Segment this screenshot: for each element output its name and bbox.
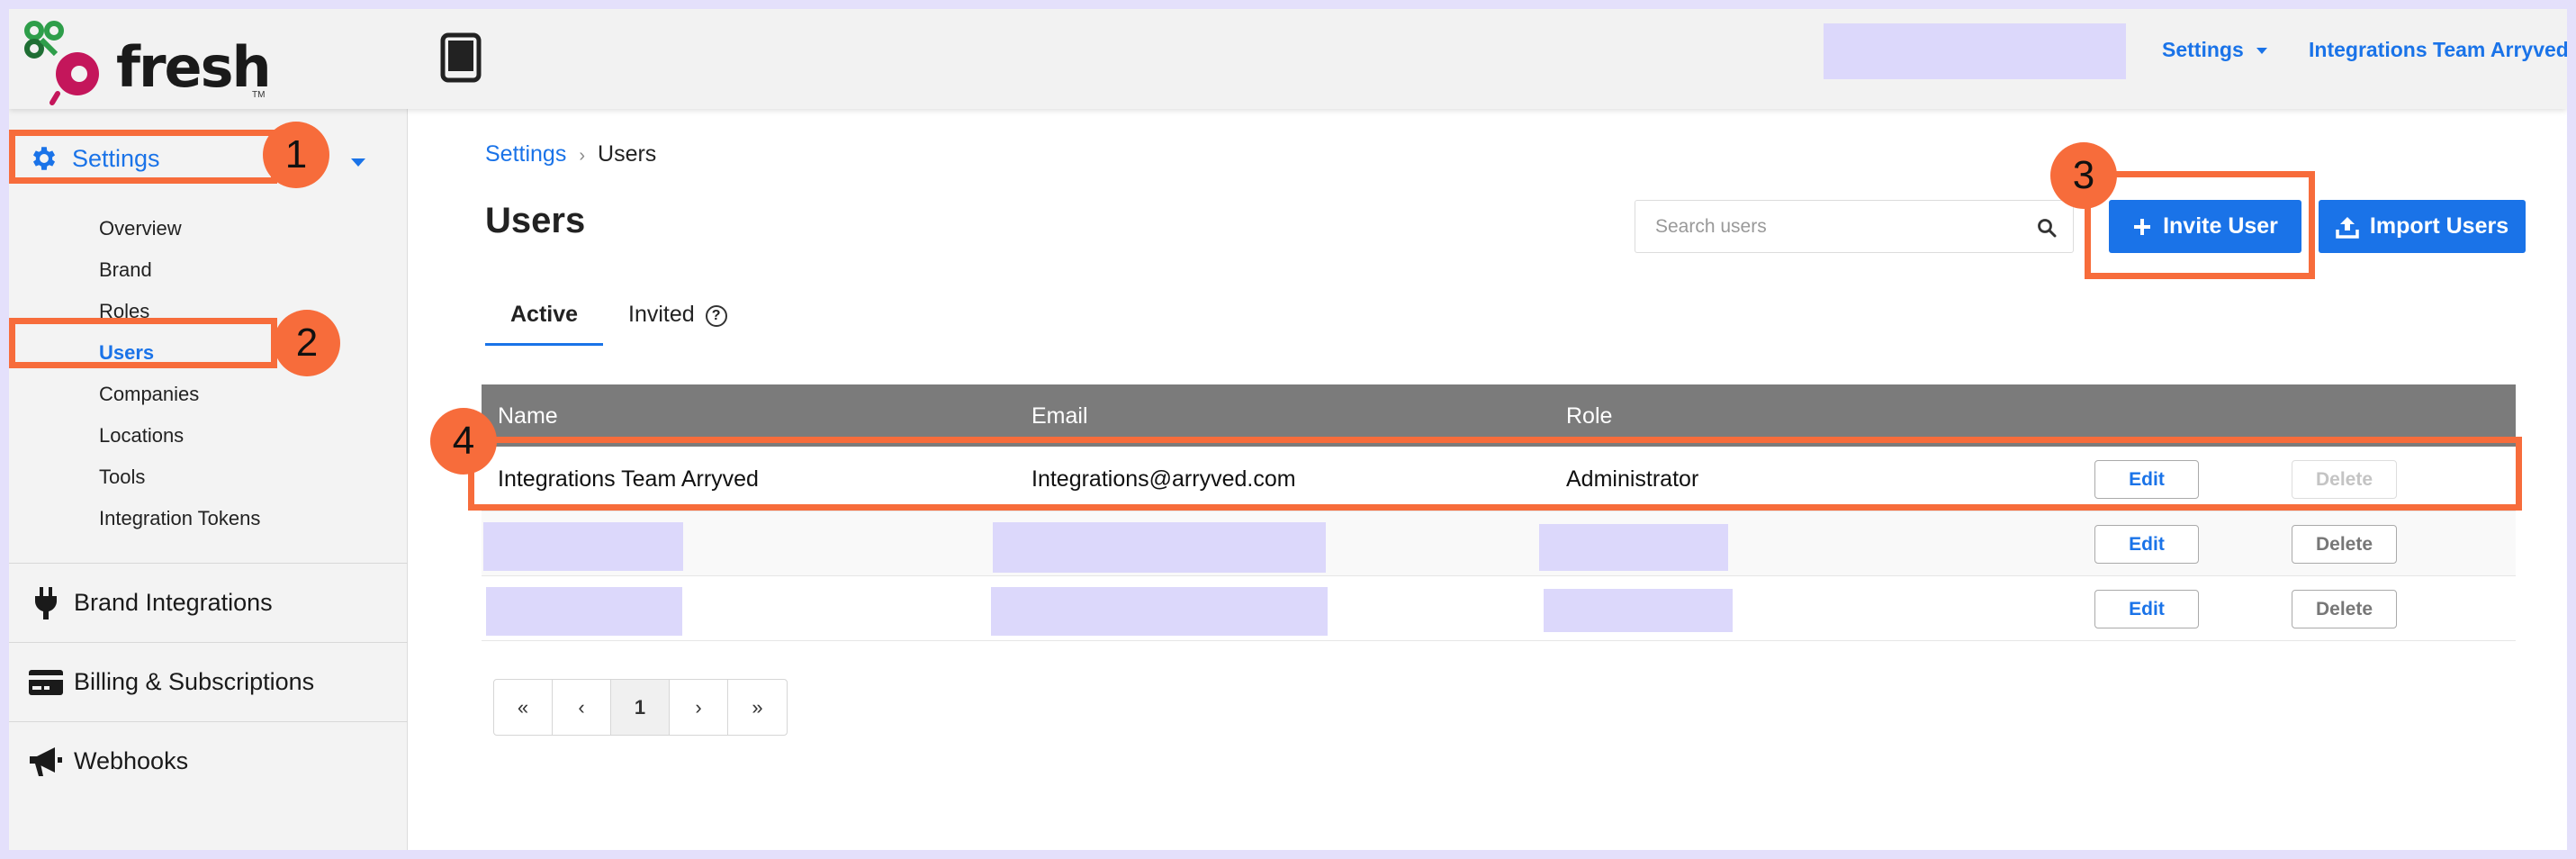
tab-invited-label: Invited [628,302,695,327]
annotation-box-3 [2085,171,2315,279]
redacted-email [991,587,1328,636]
sidebar-item-brand[interactable]: Brand [99,258,152,282]
sidebar-section-webhooks[interactable]: Webhooks [9,721,408,800]
table-row: Edit Delete [482,576,2516,641]
sidebar-section-label: Brand Integrations [74,589,273,616]
tab-invited[interactable]: Invited? [628,302,727,328]
delete-button[interactable]: Delete [2292,590,2397,628]
settings-menu[interactable]: Settings [2162,38,2267,62]
sidebar-section-billing[interactable]: Billing & Subscriptions [9,642,408,721]
breadcrumb-settings-link[interactable]: Settings [485,141,566,167]
chevron-down-icon[interactable] [351,158,365,167]
column-header-role[interactable]: Role [1566,403,1612,430]
annotation-badge-4: 4 [430,408,497,475]
help-circle-icon[interactable]: ? [705,305,727,327]
annotation-badge-2: 2 [274,310,340,376]
annotation-box-1 [9,130,277,184]
sidebar-section-label: Billing & Subscriptions [74,668,315,695]
redacted-name [486,587,682,636]
pagination-prev-button[interactable]: ‹ [553,680,611,735]
pagination: « ‹ 1 › » [493,679,788,736]
edit-button[interactable]: Edit [2094,525,2199,564]
user-tabs: Active Invited? [485,285,845,348]
top-bar: fresh TM Settings Integrations Team Arry… [9,9,2567,109]
sidebar-item-overview[interactable]: Overview [99,217,182,240]
account-menu-label: Integrations Team Arryved [2309,38,2567,61]
tab-active[interactable]: Active [510,302,578,328]
annotation-box-2 [9,318,277,368]
pagination-page-1[interactable]: 1 [611,680,670,735]
delete-button[interactable]: Delete [2292,525,2397,564]
search-icon[interactable] [2037,218,2057,238]
sidebar-item-tools[interactable]: Tools [99,466,145,489]
page-title: Users [485,201,586,240]
redacted-email [993,522,1326,573]
column-header-email[interactable]: Email [1031,403,1088,430]
edit-button[interactable]: Edit [2094,590,2199,628]
search-input[interactable] [1635,201,2013,252]
sidebar: Settings Overview Brand Roles Users Comp… [9,109,408,850]
search-box [1635,200,2074,253]
pagination-next-button[interactable]: › [670,680,728,735]
sidebar-section-label: Webhooks [74,747,189,774]
annotation-badge-1: 1 [263,122,329,188]
redacted-region [1824,23,2126,79]
settings-menu-label: Settings [2162,38,2244,61]
import-users-label: Import Users [2369,213,2509,239]
breadcrumb-separator: › [579,146,586,166]
tablet-icon[interactable] [439,32,482,83]
logo-trademark: TM [252,90,266,100]
annotation-badge-3: 3 [2050,142,2117,209]
redacted-role [1539,524,1728,571]
column-header-name[interactable]: Name [498,403,558,430]
redacted-name [483,522,683,571]
sidebar-section-brand-integrations[interactable]: Brand Integrations [9,563,408,642]
sidebar-item-locations[interactable]: Locations [99,424,184,448]
logo-wordmark: fresh [116,34,272,100]
pagination-first-button[interactable]: « [494,680,553,735]
breadcrumb: Settings › Users [485,141,656,167]
credit-card-icon [27,669,65,696]
users-table: Name Email Role Integrations Team Arryve… [482,384,2516,641]
fresh-logo[interactable]: fresh TM [22,20,272,106]
sidebar-item-companies[interactable]: Companies [99,383,199,406]
annotation-box-4 [468,437,2522,511]
chevron-down-icon [2256,48,2267,55]
pagination-last-button[interactable]: » [728,680,787,735]
plug-icon [27,585,65,621]
table-row: Edit Delete [482,511,2516,576]
radish-logo-icon [24,21,99,105]
sidebar-item-integration-tokens[interactable]: Integration Tokens [99,507,260,530]
import-users-button[interactable]: Import Users [2319,200,2526,253]
redacted-role [1544,589,1733,632]
account-menu[interactable]: Integrations Team Arryved [2309,38,2567,62]
breadcrumb-current: Users [598,141,657,167]
upload-icon [2336,215,2359,239]
active-tab-indicator [485,343,603,346]
app-window: fresh TM Settings Integrations Team Arry… [9,9,2567,850]
megaphone-icon [27,746,65,778]
